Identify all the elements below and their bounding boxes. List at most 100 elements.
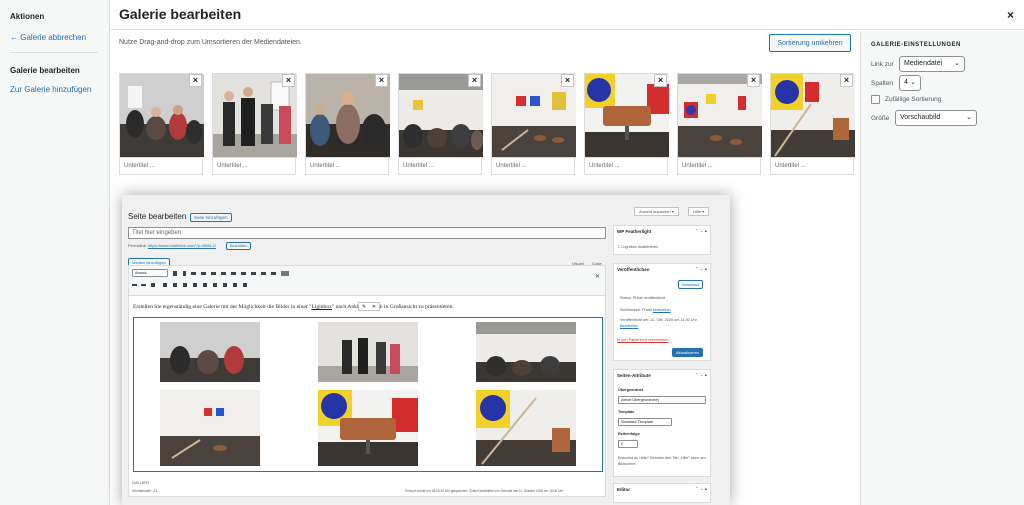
- gallery-preview-image: [476, 390, 576, 466]
- featherlight-heading: WP Featherlight: [617, 229, 652, 234]
- random-order-checkbox[interactable]: [871, 95, 880, 104]
- editor-tag: GALLERY: [132, 481, 150, 485]
- remove-icon[interactable]: ×: [561, 74, 574, 87]
- close-icon[interactable]: ×: [1007, 8, 1014, 22]
- admin-bar: [122, 195, 730, 207]
- sidebar-divider: [10, 52, 98, 53]
- gallery-preview-image: [318, 390, 418, 466]
- paragraph-text-after: " nach Anklicken auch in Großansicht zu …: [331, 304, 454, 310]
- box-controls: ⌃ ⌄ ▴: [694, 486, 707, 491]
- editor-paragraph: Erstellen Sie eigenständig eine Galerie …: [133, 304, 454, 310]
- page-attributes-box: Seiten-Attribute ⌃ ⌄ ▴ Übergeordnet (kei…: [613, 369, 711, 477]
- gallery-edit-popup: ✎ ✕: [358, 302, 380, 311]
- attachment-grid: × Untertitel ... × Untertitel ... × Unte…: [119, 73, 855, 175]
- last-edit-info: Entwurf wurde um 18:03:32 Uhr gespeicher…: [405, 489, 564, 493]
- box-controls: ⌃ ⌄ ▴: [694, 372, 707, 377]
- size-select[interactable]: Vorschaubild ⌄: [895, 110, 977, 126]
- link-to-label: Link zur: [871, 61, 894, 68]
- gallery-thumbnail[interactable]: × Untertitel ...: [770, 73, 855, 175]
- permalink-label: Permalink:: [128, 243, 147, 248]
- editor-toolbar: Absatz ✕: [129, 266, 605, 296]
- svg-text:✕: ✕: [595, 274, 600, 280]
- gallery-settings-panel: GALERIE-EINSTELLUNGEN Link zur Mediendat…: [860, 31, 1024, 505]
- remove-icon[interactable]: ×: [840, 74, 853, 87]
- settings-title: GALERIE-EINSTELLUNGEN: [871, 42, 961, 48]
- attributes-heading: Seiten-Attribute: [617, 373, 651, 378]
- gallery-thumbnail[interactable]: × Untertitel ...: [398, 73, 483, 175]
- featherlight-box: WP Featherlight ⌃ ⌄ ▴ ☐ Lightbox deaktiv…: [613, 225, 711, 255]
- order-input: 0: [618, 440, 638, 448]
- chevron-down-icon: ⌄: [966, 114, 972, 121]
- permalink-url: https://www.malhiebe.com/?p=8806-2/: [148, 243, 216, 248]
- published-label: Veröffentlicht am: 22. Okt. 2025 um 11:3…: [620, 318, 697, 322]
- gallery-thumbnail[interactable]: × Untertitel ...: [212, 73, 297, 175]
- remove-icon[interactable]: ×: [747, 74, 760, 87]
- visibility-text: Sichtbarkeit: Privat bearbeiten: [620, 308, 671, 312]
- caption-field[interactable]: Untertitel ...: [585, 157, 669, 174]
- caption-field[interactable]: Untertitel ...: [771, 157, 855, 174]
- caption-field[interactable]: Untertitel ...: [492, 157, 576, 174]
- link-to-select[interactable]: Mediendatei ⌄: [899, 56, 965, 72]
- gallery-thumbnail[interactable]: × Untertitel ...: [677, 73, 762, 175]
- gallery-thumbnail[interactable]: × Untertitel ...: [305, 73, 390, 175]
- lightbox-option: ☐ Lightbox deaktivieren: [618, 244, 658, 249]
- post-title-field: Titel hier eingeben: [128, 227, 606, 239]
- gallery-preview-image: [318, 322, 418, 382]
- remove-icon[interactable]: ×: [375, 74, 388, 87]
- sort-instruction: Nutze Drag-and-drop zum Umsortieren der …: [119, 39, 302, 46]
- screen-options-button: Ansicht anpassen ▾: [634, 207, 679, 216]
- checkbox-icon: ☐: [618, 245, 622, 249]
- lightbox-link: Lightbox: [311, 304, 332, 310]
- template-label: Template: [618, 410, 635, 414]
- edit-gallery-heading: Galerie bearbeiten: [10, 66, 80, 75]
- editor-screenshot-image: Ansicht anpassen ▾ Hilfe ▾ Seite bearbei…: [122, 195, 730, 505]
- remove-icon[interactable]: ×: [468, 74, 481, 87]
- cancel-gallery-link[interactable]: ← Galerie abbrechen: [10, 33, 86, 42]
- status-text: Status: Privat veröffentlicht: [620, 296, 666, 300]
- columns-select[interactable]: 4 ⌄: [899, 75, 921, 91]
- edit-page-title: Seite bearbeiten: [128, 212, 187, 221]
- actions-heading: Aktionen: [10, 12, 45, 21]
- caption-field[interactable]: Untertitel ...: [678, 157, 762, 174]
- gallery-thumbnail[interactable]: × Untertitel ...: [119, 73, 204, 175]
- columns-label: Spalten: [871, 80, 894, 87]
- page-title: Galerie bearbeiten: [119, 6, 242, 22]
- add-to-gallery-link[interactable]: Zur Galerie hinzufügen: [10, 85, 91, 94]
- media-sidebar: Aktionen ← Galerie abbrechen Galerie bea…: [0, 0, 110, 505]
- chevron-down-icon: ⌄: [954, 60, 960, 67]
- toolbar-icons: ✕: [132, 271, 600, 287]
- template-select: Standard-Template: [618, 418, 672, 426]
- caption-field[interactable]: Untertitel ...: [306, 157, 390, 174]
- reverse-order-button[interactable]: Sortierung umkehren: [769, 34, 851, 52]
- chevron-down-icon: ⌄: [910, 79, 916, 86]
- gallery-thumbnail[interactable]: × Untertitel ...: [491, 73, 576, 175]
- gallery-preview-image: [160, 322, 260, 382]
- parent-select: (keine Übergeordnete): [618, 396, 706, 404]
- caption-field[interactable]: Untertitel ...: [399, 157, 483, 174]
- size-value: Vorschaubild: [900, 114, 941, 121]
- caption-field[interactable]: Untertitel ...: [120, 157, 204, 174]
- gallery-preview-image: [160, 390, 260, 466]
- box-controls: ⌃ ⌄ ▴: [694, 228, 707, 233]
- remove-icon[interactable]: ×: [654, 74, 667, 87]
- remove-icon[interactable]: ×: [282, 74, 295, 87]
- gallery-preview-image: [476, 322, 576, 382]
- visibility-label: Sichtbarkeit: Privat: [620, 308, 652, 312]
- update-button: Aktualisieren: [672, 348, 703, 357]
- close-icon: ✕: [371, 303, 377, 310]
- help-button: Hilfe ▾: [688, 207, 710, 216]
- preview-button: Vorschau: [678, 280, 703, 289]
- modal-header: Galerie bearbeiten ×: [111, 0, 1024, 30]
- lightbox-option-label: Lightbox deaktivieren: [622, 245, 659, 249]
- remove-icon[interactable]: ×: [189, 74, 202, 87]
- add-page-button: Seite hinzufügen: [190, 213, 232, 222]
- box-controls: ⌃ ⌄ ▴: [694, 266, 707, 271]
- size-label: Größe: [871, 115, 890, 122]
- word-count: Wortanzahl: 21: [132, 489, 158, 493]
- paragraph-text-before: Erstellen Sie eigenständig eine Galerie …: [133, 304, 312, 310]
- gallery-thumbnail[interactable]: × Untertitel ...: [584, 73, 669, 175]
- caption-field[interactable]: Untertitel ...: [213, 157, 297, 174]
- gallery-preview: [133, 317, 603, 472]
- help-text: Brauchst du Hilfe? Benutze den Tab „Hilf…: [618, 456, 706, 466]
- permalink-edit-button: Bearbeiten: [226, 242, 252, 250]
